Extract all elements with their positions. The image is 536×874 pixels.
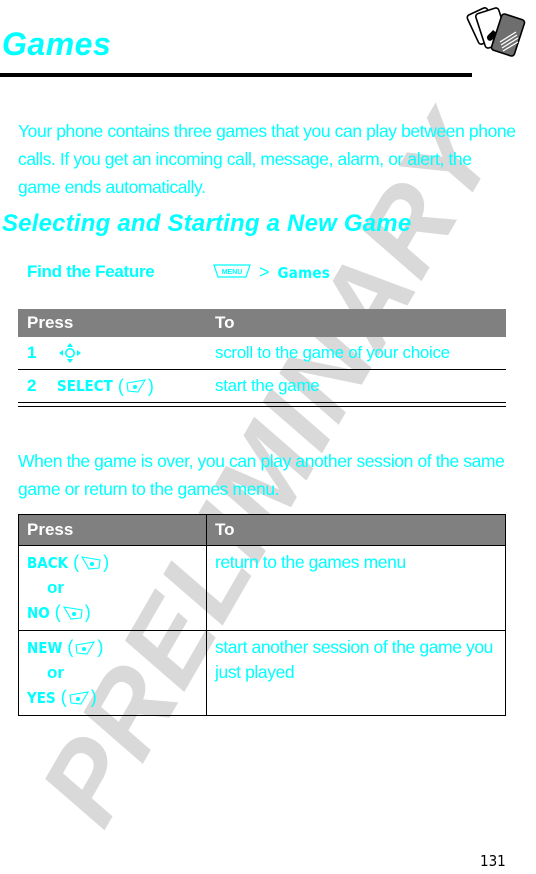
right-softkey-icon [126,379,146,393]
game-over-table: Press To BACK ( ) or NO ( ) return to th… [18,514,506,716]
table-header: Press To [18,309,506,337]
page-number: 131 [480,852,506,870]
header-press: Press [19,515,207,545]
table-row: 2 SELECT ( ) start the game [18,370,506,403]
section-heading: Selecting and Starting a New Game [2,210,412,237]
table-end-rule [18,403,506,407]
press-cell: BACK ( ) or NO ( ) [19,546,207,630]
intro-paragraph: Your phone contains three games that you… [18,121,516,197]
header-press: Press [27,313,74,332]
action-text: start the game [215,376,320,395]
key-cell [57,341,215,365]
press-cell: NEW ( ) or YES ( ) [19,631,207,715]
find-feature-label: Find the Feature [27,262,155,281]
header-to: To [215,313,235,332]
nav-scroll-icon [59,343,81,363]
path-separator: > [259,262,270,282]
header-to: To [215,520,235,539]
action-text: return to the games menu [215,552,406,572]
playing-cards-icon [466,7,526,57]
feature-path: > Games [259,262,330,283]
table-row: 1 scroll to the game of your choice [18,337,506,370]
key-no: NO ( ) [27,602,91,622]
right-softkey-icon [75,640,96,655]
or-label: or [47,663,64,682]
key-label: YES [27,688,56,707]
key-new: NEW ( ) [27,637,104,657]
key-label: NO [27,603,50,622]
step-number: 2 [27,376,37,395]
right-softkey-icon [69,690,89,705]
action-text: start another session of the game you ju… [215,637,494,682]
title-rule [0,73,472,77]
page-title: Games [2,26,112,62]
select-key-label: SELECT [57,377,113,395]
step-number: 1 [27,343,37,362]
or-label: or [47,578,64,597]
table-header: Press To [19,515,505,545]
path-item-games: Games [277,263,330,282]
key-cell: SELECT ( ) [57,375,154,396]
key-label: NEW [27,638,63,657]
key-yes: YES ( ) [27,687,97,707]
game-over-paragraph: When the game is over, you can play anot… [18,451,505,499]
table-row: BACK ( ) or NO ( ) return to the games m… [19,545,505,630]
menu-key-label: MENU [222,269,243,276]
select-game-table: Press To 1 scroll to the game of your ch… [18,309,506,407]
key-back: BACK ( ) [27,552,110,572]
table-row: NEW ( ) or YES ( ) start another session… [19,630,505,715]
key-label: BACK [27,553,69,572]
left-softkey-icon [62,605,83,620]
action-text: scroll to the game of your choice [215,343,450,362]
left-softkey-icon [81,555,101,570]
menu-key-icon: MENU [213,264,251,278]
